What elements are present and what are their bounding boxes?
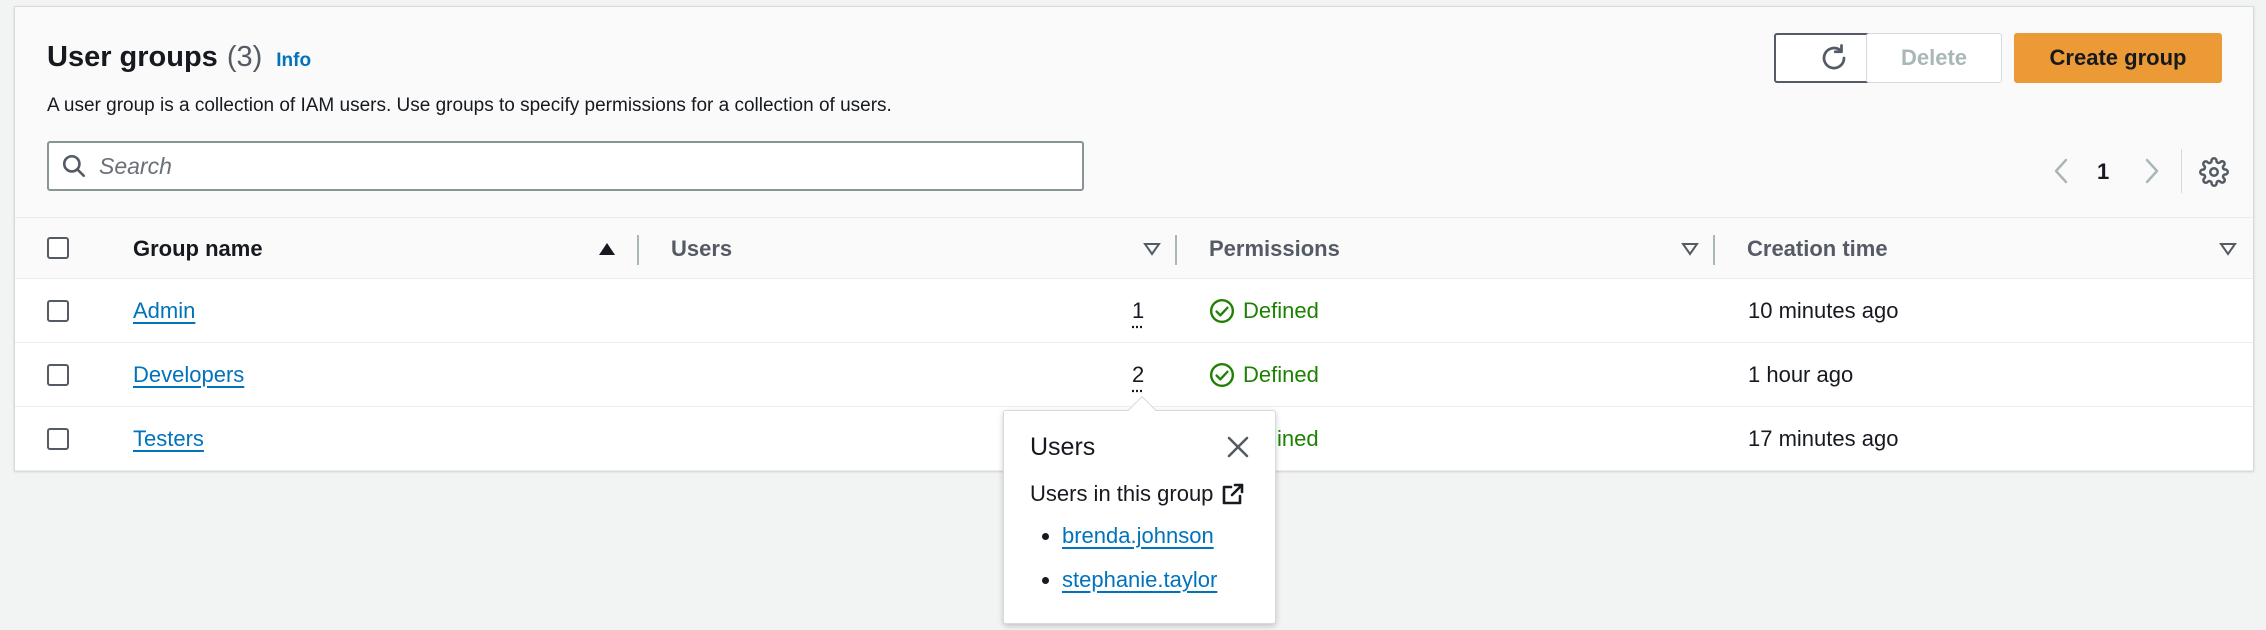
- column-header-users[interactable]: Users: [671, 218, 732, 280]
- refresh-icon: [1822, 44, 1846, 70]
- permissions-status: Defined: [1209, 343, 1319, 407]
- list-item: stephanie.taylor: [1062, 567, 1217, 611]
- select-all-checkbox[interactable]: [47, 237, 69, 259]
- user-groups-panel: User groups (3) Info A user group is a c…: [14, 6, 2254, 471]
- page-title: User groups (3) Info: [47, 41, 311, 74]
- popover-subtitle: Users in this group: [1030, 481, 1214, 506]
- users-popover: Users Users in this group brenda.johnson…: [1003, 395, 1276, 624]
- gear-icon[interactable]: [2199, 157, 2229, 187]
- group-name-link[interactable]: Testers: [133, 407, 204, 471]
- creation-time: 17 minutes ago: [1748, 426, 1899, 451]
- sort-icon[interactable]: [1681, 242, 1699, 256]
- creation-time: 10 minutes ago: [1748, 298, 1899, 323]
- column-header-creation-time[interactable]: Creation time: [1747, 218, 1888, 280]
- chevron-left-icon[interactable]: [2051, 157, 2071, 185]
- delete-button[interactable]: Delete: [1866, 33, 2002, 83]
- group-name-link[interactable]: Developers: [133, 343, 244, 407]
- create-group-button[interactable]: Create group: [2014, 33, 2222, 83]
- popover-subtitle-link[interactable]: Users in this group: [1030, 481, 1245, 507]
- row-checkbox[interactable]: [47, 364, 69, 386]
- close-icon[interactable]: [1226, 435, 1250, 459]
- current-page-number[interactable]: 1: [2097, 159, 2109, 185]
- column-header-group-name[interactable]: Group name: [133, 218, 263, 280]
- list-item: brenda.johnson: [1062, 523, 1217, 567]
- column-header-permissions[interactable]: Permissions: [1209, 218, 1340, 280]
- external-link-icon: [1223, 483, 1244, 505]
- permissions-status: ined: [1277, 407, 1319, 471]
- search-icon: [62, 154, 86, 178]
- pagination-divider: [2181, 149, 2182, 193]
- table-row: Developers 2 Defined 1 hour ago: [15, 343, 2253, 407]
- table-header: Group name Users Permissions Creation ti…: [15, 217, 2253, 279]
- row-checkbox[interactable]: [47, 428, 69, 450]
- creation-time: 1 hour ago: [1748, 362, 1854, 387]
- check-circle-icon: [1209, 362, 1235, 388]
- column-divider[interactable]: [1713, 235, 1715, 265]
- permissions-label: ined: [1277, 426, 1319, 451]
- column-divider[interactable]: [637, 235, 639, 265]
- permissions-label: Defined: [1243, 362, 1319, 387]
- search-input[interactable]: [99, 152, 999, 180]
- row-checkbox[interactable]: [47, 300, 69, 322]
- user-count[interactable]: 1: [1132, 279, 1144, 343]
- user-link[interactable]: stephanie.taylor: [1062, 567, 1217, 592]
- check-circle-icon: [1209, 298, 1235, 324]
- search-bar[interactable]: [47, 141, 1084, 191]
- info-link[interactable]: Info: [276, 50, 311, 72]
- page-title-text: User groups: [47, 41, 218, 73]
- group-count: (3): [226, 41, 263, 73]
- table-row: Admin 1 Defined 10 minutes ago: [15, 279, 2253, 343]
- sort-ascending-icon[interactable]: [598, 242, 616, 256]
- column-divider[interactable]: [1175, 235, 1177, 265]
- popover-title: Users: [1030, 433, 1096, 461]
- chevron-right-icon[interactable]: [2142, 157, 2162, 185]
- group-name-link[interactable]: Admin: [133, 279, 195, 343]
- page-description: A user group is a collection of IAM user…: [47, 95, 892, 116]
- sort-icon[interactable]: [1143, 242, 1161, 256]
- permissions-status: Defined: [1209, 279, 1319, 343]
- permissions-label: Defined: [1243, 298, 1319, 323]
- popover-user-list: brenda.johnson stephanie.taylor: [1062, 523, 1217, 611]
- user-link[interactable]: brenda.johnson: [1062, 523, 1214, 548]
- panel-header: User groups (3) Info A user group is a c…: [15, 7, 2253, 217]
- sort-icon[interactable]: [2219, 242, 2237, 256]
